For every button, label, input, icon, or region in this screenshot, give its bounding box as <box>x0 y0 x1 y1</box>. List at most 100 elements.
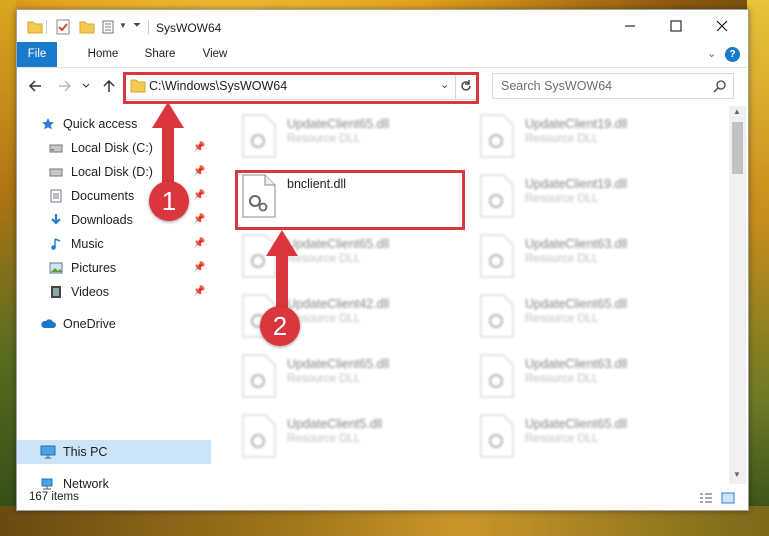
new-folder-icon[interactable] <box>79 19 95 35</box>
file-item[interactable]: UpdateClient5.dll Resource DLL <box>237 410 465 466</box>
file-item[interactable]: UpdateClient65.dll Resource DLL <box>237 110 465 166</box>
quick-access-dropdown-icon[interactable]: ⏷ <box>133 20 141 36</box>
close-button[interactable] <box>699 10 745 42</box>
sidebar-item-label: Videos <box>71 285 109 299</box>
sidebar-item-label: OneDrive <box>63 317 116 331</box>
file-item[interactable]: UpdateClient19.dll Resource DLL <box>475 110 703 166</box>
search-icon[interactable] <box>713 79 727 93</box>
window-title: SysWOW64 <box>156 21 222 35</box>
file-item[interactable]: UpdateClient65.dll Resource DLL <box>237 350 465 406</box>
dll-file-icon <box>480 174 514 218</box>
properties-icon[interactable] <box>55 19 71 35</box>
sidebar-item-quick-access[interactable]: Quick access <box>39 112 137 136</box>
vertical-scrollbar[interactable]: ▲ ▼ <box>729 106 746 484</box>
drive-icon <box>47 164 65 180</box>
tab-view[interactable]: View <box>195 42 235 67</box>
documents-icon <box>47 188 65 204</box>
sidebar-item-local-disk-d[interactable]: Local Disk (D:) <box>47 160 153 184</box>
sidebar-item-label: Documents <box>71 189 135 203</box>
pin-icon[interactable]: 📌 <box>193 190 205 201</box>
view-options-icon[interactable] <box>102 19 118 35</box>
step-marker-2: 2 <box>260 306 300 346</box>
file-type: Resource DLL <box>287 133 361 145</box>
pin-icon[interactable]: 📌 <box>193 166 205 177</box>
computer-icon <box>39 444 57 460</box>
music-icon <box>47 236 65 252</box>
file-item[interactable]: UpdateClient19.dll Resource DLL <box>475 170 703 226</box>
file-item[interactable]: UpdateClient65.dll Resource DLL <box>475 290 703 346</box>
sidebar-item-pictures[interactable]: Pictures <box>47 256 116 280</box>
large-icons-view-icon[interactable] <box>721 492 735 504</box>
pin-icon[interactable]: 📌 <box>193 238 205 249</box>
dll-file-icon <box>242 114 276 158</box>
item-count: 167 items <box>29 491 79 503</box>
file-highlight <box>235 170 465 230</box>
file-type: Resource DLL <box>525 193 599 205</box>
customize-quick-access-icon[interactable]: ▼ <box>119 21 127 37</box>
file-name: UpdateClient65.dll <box>287 357 390 371</box>
sidebar-item-label: Downloads <box>71 213 133 227</box>
file-type: Resource DLL <box>525 433 599 445</box>
chevron-down-icon <box>82 83 90 88</box>
file-name: UpdateClient65.dll <box>525 297 628 311</box>
folder-icon[interactable] <box>27 19 43 35</box>
sidebar-item-downloads[interactable]: Downloads <box>47 208 133 232</box>
file-type: Resource DLL <box>525 373 599 385</box>
back-arrow-icon <box>28 80 41 92</box>
close-icon <box>716 20 728 32</box>
maximize-button[interactable] <box>653 10 699 42</box>
sidebar-item-this-pc[interactable]: This PC <box>39 440 107 464</box>
dll-file-icon <box>480 294 514 338</box>
tab-home[interactable]: Home <box>79 42 127 67</box>
sidebar-item-documents[interactable]: Documents <box>47 184 134 208</box>
sidebar-item-local-disk-c[interactable]: Local Disk (C:) <box>47 136 153 160</box>
file-type: Resource DLL <box>525 133 599 145</box>
scroll-down-icon[interactable]: ▼ <box>733 470 741 479</box>
search-input[interactable]: Search SysWOW64 <box>492 73 734 99</box>
status-bar: 167 items <box>17 486 748 510</box>
file-name: UpdateClient5.dll <box>287 417 383 431</box>
file-item[interactable]: UpdateClient65.dll Resource DLL <box>475 410 703 466</box>
details-view-icon[interactable] <box>699 492 713 504</box>
step-marker-1: 1 <box>149 181 189 221</box>
file-name: UpdateClient65.dll <box>287 237 390 251</box>
desktop-background-left <box>0 0 16 536</box>
sidebar-item-videos[interactable]: Videos <box>47 280 109 304</box>
sidebar-item-label: This PC <box>63 445 108 459</box>
help-icon[interactable]: ? <box>725 47 740 62</box>
scrollbar-thumb[interactable] <box>732 122 743 174</box>
dll-file-icon <box>480 354 514 398</box>
pin-icon[interactable]: 📌 <box>193 214 205 225</box>
downloads-icon <box>47 212 65 228</box>
minimize-button[interactable] <box>607 10 653 42</box>
up-button[interactable] <box>99 76 119 96</box>
up-arrow-icon <box>103 79 115 92</box>
tab-share[interactable]: Share <box>139 42 181 67</box>
file-name: UpdateClient63.dll <box>525 237 628 251</box>
sidebar-item-label: Local Disk (C:) <box>71 141 153 155</box>
sidebar-item-label: Quick access <box>63 117 138 131</box>
expand-ribbon-icon[interactable]: ⌄ <box>707 47 716 60</box>
minimize-icon <box>625 25 635 27</box>
scroll-up-icon[interactable]: ▲ <box>733 107 741 116</box>
pin-icon[interactable]: 📌 <box>193 262 205 273</box>
search-placeholder: Search SysWOW64 <box>501 79 613 93</box>
title-bar: ▼ ⏷ SysWOW64 <box>17 10 748 42</box>
dll-file-icon <box>480 114 514 158</box>
arrow-up-to-file-icon <box>266 230 298 312</box>
toolbar-divider <box>46 20 47 34</box>
pin-icon[interactable]: 📌 <box>193 286 205 297</box>
forward-arrow-icon <box>59 80 72 92</box>
sidebar-item-onedrive[interactable]: OneDrive <box>39 312 116 336</box>
file-item[interactable]: UpdateClient63.dll Resource DLL <box>475 230 703 286</box>
tab-file[interactable]: File <box>17 42 57 67</box>
forward-button[interactable] <box>55 76 75 96</box>
recent-locations-button[interactable] <box>79 76 93 96</box>
file-item[interactable]: UpdateClient63.dll Resource DLL <box>475 350 703 406</box>
sidebar-item-music[interactable]: Music <box>47 232 104 256</box>
back-button[interactable] <box>25 76 45 96</box>
pin-icon[interactable]: 📌 <box>193 142 205 153</box>
dll-file-icon <box>242 354 276 398</box>
dll-file-icon <box>242 414 276 458</box>
file-type: Resource DLL <box>525 253 599 265</box>
